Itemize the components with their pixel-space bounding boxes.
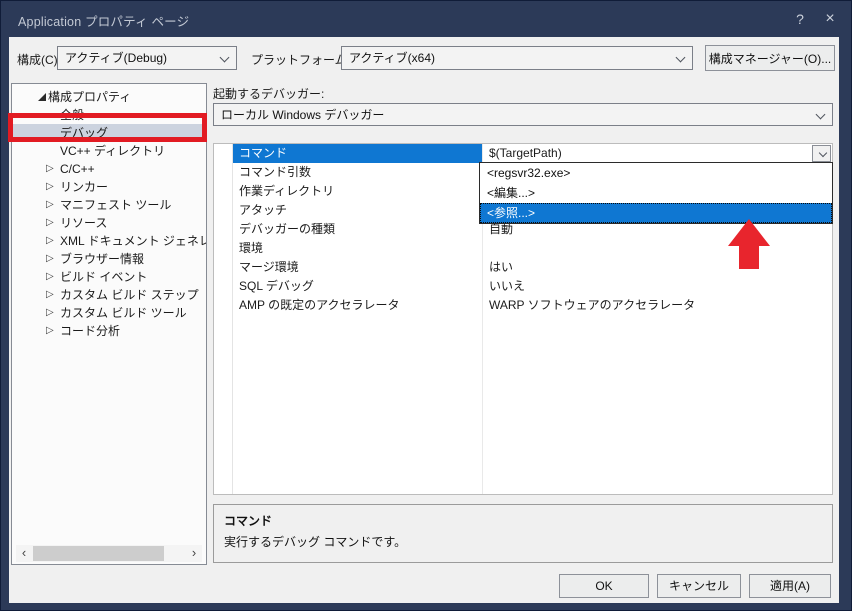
tree-item-label: 全般	[60, 106, 84, 124]
property-value[interactable]: はい	[483, 258, 832, 277]
tree-collapsed-icon[interactable]: ▷	[46, 304, 54, 322]
tree-collapsed-icon[interactable]: ▷	[46, 178, 54, 196]
command-dropdown-list: <regsvr32.exe> <編集...> <参照...>	[479, 162, 833, 224]
tree-collapsed-icon[interactable]: ▷	[46, 286, 54, 304]
tree-collapsed-icon[interactable]: ▷	[46, 250, 54, 268]
tree-item-label: コード分析	[60, 322, 120, 340]
chevron-down-icon	[220, 53, 230, 63]
tree-item-label: ビルド イベント	[60, 268, 147, 286]
description-text: 実行するデバッグ コマンドです。	[224, 533, 822, 550]
tree-item-label: デバッグ	[60, 124, 108, 142]
property-name[interactable]: コマンド	[233, 144, 482, 163]
cancel-button[interactable]: キャンセル	[657, 574, 741, 598]
window-title: Application プロパティ ページ	[18, 11, 189, 30]
tree-item-label: マニフェスト ツール	[60, 196, 171, 214]
tree-collapsed-icon[interactable]: ▷	[46, 322, 54, 340]
apply-button[interactable]: 適用(A)	[749, 574, 831, 598]
tree-item-xml-document-generator[interactable]: ▷ XML ドキュメント ジェネレーター	[12, 232, 206, 250]
tree-expanded-icon[interactable]	[38, 93, 46, 101]
grid-row-environment[interactable]: 環境	[214, 239, 832, 258]
configuration-tree: 構成プロパティ 全般 デバッグ VC++ ディレクトリ ▷ C/C++ ▷ リン…	[11, 83, 207, 565]
tree-item-vc-directories[interactable]: VC++ ディレクトリ	[12, 142, 206, 160]
tree-item-label: VC++ ディレクトリ	[60, 142, 165, 160]
tree-item-custom-build-tool[interactable]: ▷ カスタム ビルド ツール	[12, 304, 206, 322]
tree-item-debugging[interactable]: デバッグ	[12, 124, 206, 142]
ok-button[interactable]: OK	[559, 574, 649, 598]
tree-item-label: カスタム ビルド ステップ	[60, 286, 199, 304]
property-pages-dialog: Application プロパティ ページ ? × 構成(C): アクティブ(D…	[0, 0, 852, 611]
titlebar: Application プロパティ ページ ? ×	[1, 1, 851, 37]
tree-item-browse-information[interactable]: ▷ ブラウザー情報	[12, 250, 206, 268]
launch-debugger-value: ローカル Windows デバッガー	[221, 108, 384, 122]
property-name[interactable]: 作業ディレクトリ	[233, 182, 482, 201]
tree-item-label: カスタム ビルド ツール	[60, 304, 187, 322]
grid-row-sql-debugging[interactable]: SQL デバッグ いいえ	[214, 277, 832, 296]
property-name[interactable]: 環境	[233, 239, 482, 258]
description-title: コマンド	[224, 512, 822, 529]
tree-item-resources[interactable]: ▷ リソース	[12, 214, 206, 232]
dropdown-item-browse[interactable]: <参照...>	[480, 203, 832, 223]
tree-item-c-cpp[interactable]: ▷ C/C++	[12, 160, 206, 178]
tree-item-custom-build-step[interactable]: ▷ カスタム ビルド ステップ	[12, 286, 206, 304]
tree-item-label: C/C++	[60, 160, 95, 178]
tree-item-label: ブラウザー情報	[60, 250, 144, 268]
scroll-right-icon[interactable]: ›	[186, 545, 202, 562]
property-name[interactable]: SQL デバッグ	[233, 277, 482, 296]
launch-debugger-label: 起動するデバッガー:	[213, 85, 324, 102]
platform-value: アクティブ(x64)	[349, 51, 435, 65]
tree-item-configuration-properties[interactable]: 構成プロパティ	[12, 88, 206, 106]
tree-item-build-events[interactable]: ▷ ビルド イベント	[12, 268, 206, 286]
scrollbar-thumb[interactable]	[33, 546, 164, 561]
property-name[interactable]: コマンド引数	[233, 163, 482, 182]
property-name[interactable]: AMP の既定のアクセラレータ	[233, 296, 482, 315]
grid-row-command[interactable]: コマンド $(TargetPath)	[214, 144, 832, 163]
tree-horizontal-scrollbar[interactable]: ‹ ›	[16, 545, 202, 562]
property-value[interactable]	[483, 239, 832, 258]
property-name[interactable]: マージ環境	[233, 258, 482, 277]
tree-item-label: 構成プロパティ	[48, 88, 131, 106]
configuration-label: 構成(C):	[17, 51, 61, 68]
chevron-down-icon	[819, 149, 827, 157]
tree-collapsed-icon[interactable]: ▷	[46, 196, 54, 214]
configuration-combo[interactable]: アクティブ(Debug)	[57, 46, 237, 70]
property-value[interactable]: いいえ	[483, 277, 832, 296]
tree-item-manifest-tool[interactable]: ▷ マニフェスト ツール	[12, 196, 206, 214]
tree-item-linker[interactable]: ▷ リンカー	[12, 178, 206, 196]
value-dropdown-button[interactable]	[812, 145, 831, 162]
tree-item-general[interactable]: 全般	[12, 106, 206, 124]
close-icon[interactable]: ×	[817, 7, 843, 31]
grid-row-amp-accelerator[interactable]: AMP の既定のアクセラレータ WARP ソフトウェアのアクセラレータ	[214, 296, 832, 315]
tree-collapsed-icon[interactable]: ▷	[46, 232, 54, 250]
platform-combo[interactable]: アクティブ(x64)	[341, 46, 693, 70]
property-name[interactable]: デバッガーの種類	[233, 220, 482, 239]
dropdown-item-regsvr32[interactable]: <regsvr32.exe>	[480, 163, 832, 183]
property-name[interactable]: アタッチ	[233, 201, 482, 220]
chevron-down-icon	[676, 53, 686, 63]
property-description-box: コマンド 実行するデバッグ コマンドです。	[213, 504, 833, 563]
dropdown-item-edit[interactable]: <編集...>	[480, 183, 832, 203]
tree-collapsed-icon[interactable]: ▷	[46, 160, 54, 178]
configuration-value: アクティブ(Debug)	[65, 51, 167, 65]
scroll-left-icon[interactable]: ‹	[16, 545, 32, 562]
help-icon[interactable]: ?	[787, 7, 813, 31]
property-value[interactable]: $(TargetPath)	[483, 144, 832, 163]
tree-collapsed-icon[interactable]: ▷	[46, 268, 54, 286]
tree-item-code-analysis[interactable]: ▷ コード分析	[12, 322, 206, 340]
dialog-client-area: 構成(C): アクティブ(Debug) プラットフォーム(P): アクティブ(x…	[9, 37, 839, 603]
chevron-down-icon	[816, 110, 826, 120]
grid-row-merge-environment[interactable]: マージ環境 はい	[214, 258, 832, 277]
tree-collapsed-icon[interactable]: ▷	[46, 214, 54, 232]
tree-item-label: XML ドキュメント ジェネレーター	[60, 232, 207, 250]
tree-item-label: リソース	[60, 214, 107, 232]
tree-item-label: リンカー	[60, 178, 108, 196]
launch-debugger-combo[interactable]: ローカル Windows デバッガー	[213, 103, 833, 126]
property-value[interactable]: WARP ソフトウェアのアクセラレータ	[483, 296, 832, 315]
configuration-manager-button[interactable]: 構成マネージャー(O)...	[705, 45, 835, 71]
